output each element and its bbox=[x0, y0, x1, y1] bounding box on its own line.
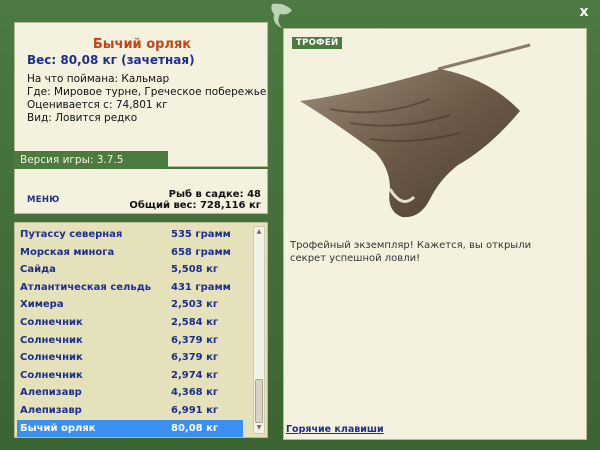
list-item[interactable]: Морская минога 658 грамм bbox=[17, 244, 243, 262]
list-item[interactable]: Путассу северная 535 грамм bbox=[17, 226, 243, 244]
list-item-name: Алепизавр bbox=[20, 387, 82, 399]
list-item-name: Солнечник bbox=[20, 316, 83, 328]
list-item-weight: 535 грамм bbox=[171, 229, 231, 240]
list-item-weight: 5,508 кг bbox=[171, 264, 219, 276]
keepnet-count: Рыб в садке: 48 bbox=[168, 189, 261, 200]
list-item-name: Атлантическая сельдь bbox=[20, 281, 152, 293]
list-item[interactable]: Алепизавр 4,368 кг bbox=[17, 384, 243, 402]
list-item-name: Путассу северная bbox=[20, 229, 123, 240]
arrow-up-icon[interactable]: ▲ bbox=[254, 227, 264, 237]
catch-list-panel: Путассу северная 535 грамм Морская минога 6… bbox=[14, 222, 268, 438]
list-item-weight: 6,379 кг bbox=[171, 334, 219, 346]
hotkeys-link[interactable]: Горячие клавиши bbox=[286, 424, 384, 435]
list-item-weight: 2,503 кг bbox=[171, 299, 219, 311]
list-item[interactable]: Солнечник 6,379 кг bbox=[17, 332, 243, 350]
menu-button[interactable]: МЕНЮ bbox=[27, 195, 60, 205]
fish-weight: Вес: 80,08 кг (зачетная) bbox=[27, 53, 195, 67]
arrow-down-icon[interactable]: ▼ bbox=[254, 423, 264, 433]
menu-area: МЕНЮ Рыб в садке: 48 Общий вес: 728,116 … bbox=[14, 169, 268, 214]
list-item-name: Алепизавр bbox=[20, 404, 82, 416]
list-item-name: Сайда bbox=[20, 264, 56, 276]
fish-emblem-icon bbox=[271, 3, 292, 28]
scroll-thumb[interactable] bbox=[255, 379, 263, 423]
list-item-name: Морская минога bbox=[20, 246, 115, 258]
total-weight: Общий вес: 728,116 кг bbox=[129, 200, 261, 211]
trophy-panel: ТРОФЕЙ Трофейный экземпляр! Кажется, вы … bbox=[283, 28, 587, 440]
list-item[interactable]: Солнечник 2,974 кг bbox=[17, 367, 243, 385]
version-label: Версия игры: 3.7.5 bbox=[14, 151, 168, 169]
trophy-label: ТРОФЕЙ bbox=[292, 37, 343, 49]
fish-bait: На что поймана: Кальмар bbox=[27, 73, 170, 85]
list-scrollbar[interactable]: ▲ ▼ bbox=[253, 226, 265, 434]
list-item-weight: 6,991 кг bbox=[171, 404, 219, 416]
list-item-name: Солнечник bbox=[20, 352, 83, 364]
list-item[interactable]: Бычий орляк 80,08 кг bbox=[17, 419, 243, 438]
list-item-weight: 431 грамм bbox=[171, 281, 231, 293]
list-item[interactable]: Атлантическая сельдь 431 грамм bbox=[17, 279, 243, 297]
list-item[interactable]: Химера 2,503 кг bbox=[17, 296, 243, 314]
fish-title: Бычий орляк bbox=[92, 37, 192, 52]
list-item[interactable]: Алепизавр 6,991 кг bbox=[17, 402, 243, 420]
list-item-weight: 2,584 кг bbox=[171, 316, 219, 328]
list-item-weight: 80,08 кг bbox=[171, 422, 219, 434]
list-item[interactable]: Сайда 5,508 кг bbox=[17, 261, 243, 279]
fish-location: Где: Мировое турне, Греческое побережье bbox=[27, 86, 267, 98]
list-item-weight: 4,368 кг bbox=[171, 387, 219, 399]
trophy-text: Трофейный экземпляр! Кажется, вы открыли… bbox=[290, 240, 532, 264]
list-item[interactable]: Солнечник 6,379 кг bbox=[17, 349, 243, 367]
list-item[interactable]: Солнечник 2,584 кг bbox=[17, 314, 243, 332]
fish-info-panel: Бычий орляк Вес: 80,08 кг (зачетная) На … bbox=[14, 22, 268, 167]
list-item-weight: 6,379 кг bbox=[171, 352, 219, 364]
fish-type: Вид: Ловится редко bbox=[27, 112, 138, 124]
list-item-name: Химера bbox=[20, 299, 64, 311]
eagle-ray-image bbox=[300, 43, 531, 218]
list-item-name: Солнечник bbox=[20, 334, 83, 346]
close-button[interactable]: x bbox=[576, 4, 592, 20]
list-item-name: Бычий орляк bbox=[20, 422, 96, 434]
fish-value: Оценивается с: 74,801 кг bbox=[27, 99, 168, 111]
list-item-weight: 2,974 кг bbox=[171, 369, 219, 381]
catch-list: Путассу северная 535 грамм Морская минога 6… bbox=[17, 226, 243, 438]
list-item-weight: 658 грамм bbox=[171, 246, 231, 258]
close-icon: x bbox=[579, 4, 589, 20]
list-item-name: Солнечник bbox=[20, 369, 83, 381]
